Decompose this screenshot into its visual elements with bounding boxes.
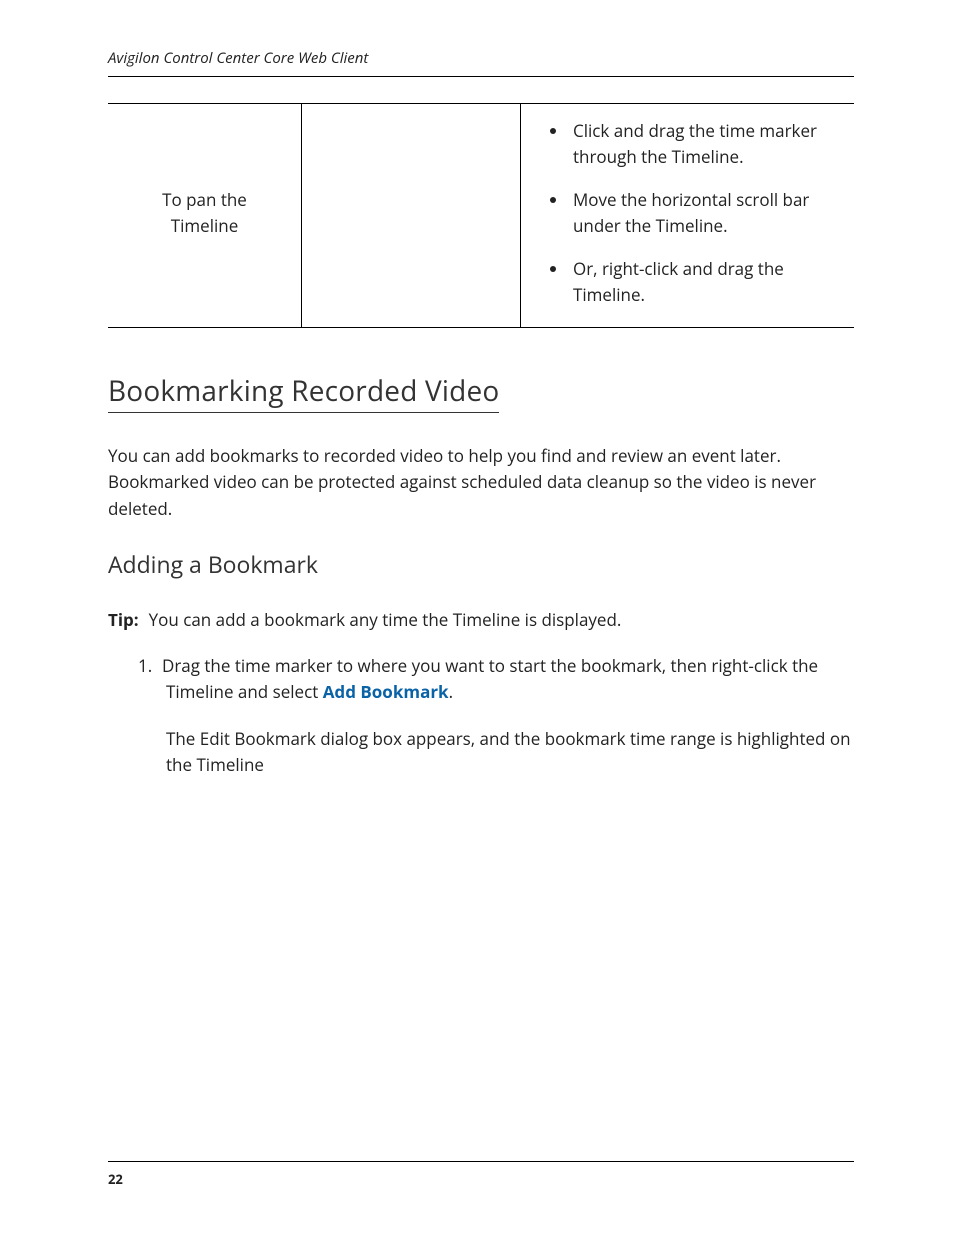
subsection-heading: Adding a Bookmark — [108, 548, 854, 580]
add-bookmark-action: Add Bookmark — [323, 680, 449, 703]
table-cell-empty — [302, 104, 521, 328]
tip-text: You can add a bookmark any time the Time… — [149, 608, 622, 631]
row-label-line2: Timeline — [171, 214, 239, 237]
step-1-text-b: . — [449, 680, 453, 703]
section-heading: Bookmarking Recorded Video — [108, 372, 499, 413]
row-label-line1: To pan the — [162, 188, 247, 211]
step-1: 1.Drag the time marker to where you want… — [166, 653, 854, 778]
ordered-steps: 1.Drag the time marker to where you want… — [108, 653, 854, 778]
step-1-text-a: Drag the time marker to where you want t… — [162, 654, 818, 703]
page-footer: 22 — [108, 1161, 854, 1189]
page-header: Avigilon Control Center Core Web Client — [108, 48, 854, 77]
intro-paragraph: You can add bookmarks to recorded video … — [108, 443, 854, 522]
list-item: Or, right-click and drag the Timeline. — [569, 256, 832, 307]
page: Avigilon Control Center Core Web Client … — [0, 0, 954, 1235]
table-cell-instructions: Click and drag the time marker through t… — [521, 104, 855, 328]
tip-line: Tip: You can add a bookmark any time the … — [108, 608, 854, 631]
tip-label: Tip: — [108, 608, 139, 631]
step-1-result: The Edit Bookmark dialog box appears, an… — [166, 726, 854, 779]
table-cell-action: To pan the Timeline — [108, 104, 302, 328]
step-number: 1. — [138, 653, 162, 679]
list-item: Move the horizontal scroll bar under the… — [569, 187, 832, 238]
page-number: 22 — [108, 1170, 123, 1188]
list-item: Click and drag the time marker through t… — [569, 118, 832, 169]
timeline-actions-table: To pan the Timeline Click and drag the t… — [108, 103, 854, 328]
